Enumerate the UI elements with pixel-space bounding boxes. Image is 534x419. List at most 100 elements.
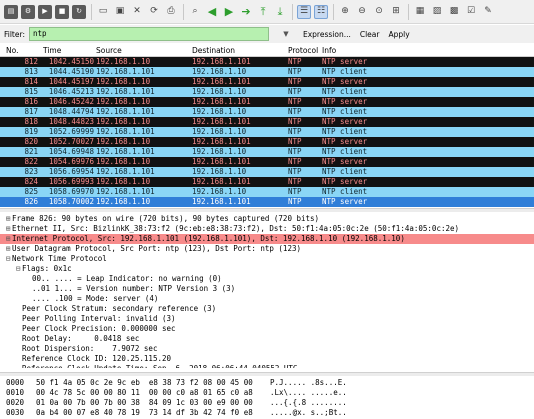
packet-time: 1056.69954: [48, 167, 94, 176]
display-filter-input[interactable]: ntp: [28, 27, 269, 41]
expression-button[interactable]: Expression...: [303, 30, 351, 39]
bytes-row: 0020 01 0a 00 7b 00 7b 00 38 84 09 1c 03 …: [0, 398, 534, 408]
packet-row[interactable]: 813 1044.45190 192.168.1.101 192.168.1.10 NT…: [0, 67, 534, 77]
packet-destination: 192.168.1.10: [192, 107, 247, 116]
detail-tree-item[interactable]: Peer Polling Interval: invalid (3): [0, 314, 534, 324]
toolbar-separator: [408, 3, 409, 20]
normal-size-icon[interactable]: ⊙: [372, 5, 386, 19]
packet-row[interactable]: 817 1048.44794 192.168.1.101 192.168.1.10 NT…: [0, 107, 534, 117]
go-to-packet-icon[interactable]: ➔: [239, 5, 253, 19]
packet-bytes-pane[interactable]: 0000 50 f1 4a 05 0c 2e 9c eb e8 38 73 f2 …: [0, 378, 534, 419]
collapse-icon[interactable]: ⊟: [4, 254, 12, 264]
apply-button[interactable]: Apply: [388, 30, 409, 39]
main-toolbar: ▤ ⚙ ▶ ■ ↻ ▭ ▣ ✕ ⟳ ⎙ ⌕ ◀ ▶ ➔ ⤒ ⤓ ☰ ☷ ⊕ ⊖ …: [0, 0, 534, 24]
packet-list[interactable]: 812 1042.45150 192.168.1.10 192.168.1.101 NT…: [0, 57, 534, 207]
packet-row[interactable]: 814 1044.45197 192.168.1.10 192.168.1.101 NT…: [0, 77, 534, 87]
zoom-out-icon[interactable]: ⊖: [355, 5, 369, 19]
packet-info: NTP server: [322, 197, 368, 206]
packet-protocol: NTP: [288, 77, 302, 86]
find-packet-icon[interactable]: ⌕: [188, 5, 202, 19]
colorize-icon[interactable]: ☰: [297, 4, 311, 19]
packet-no: 821: [24, 147, 38, 156]
toolbar-separator: [183, 3, 184, 20]
start-capture-icon[interactable]: ▶: [38, 4, 52, 19]
detail-tree-item[interactable]: Root Dispersion: 7.9072 sec: [0, 344, 534, 354]
packet-row[interactable]: 815 1046.45213 192.168.1.101 192.168.1.10 NT…: [0, 87, 534, 97]
go-forward-icon[interactable]: ▶: [222, 5, 236, 19]
detail-tree-item[interactable]: ⊞ User Datagram Protocol, Src Port: ntp (…: [0, 244, 534, 254]
chevron-down-icon[interactable]: ▼: [269, 27, 303, 41]
packet-row[interactable]: 820 1052.70027 192.168.1.10 192.168.1.101 NT…: [0, 137, 534, 147]
packet-time: 1054.69976: [48, 157, 94, 166]
go-first-packet-icon[interactable]: ⤒: [256, 5, 270, 19]
packet-row[interactable]: 823 1056.69954 192.168.1.101 192.168.1.10 NT…: [0, 167, 534, 177]
packet-source: 192.168.1.10: [96, 77, 151, 86]
packet-row[interactable]: 825 1058.69970 192.168.1.101 192.168.1.10 NT…: [0, 187, 534, 197]
packet-source: 192.168.1.101: [96, 147, 155, 156]
zoom-in-icon[interactable]: ⊕: [338, 5, 352, 19]
interface-list-icon[interactable]: ▤: [4, 4, 18, 19]
expand-icon[interactable]: ⊞: [4, 234, 12, 244]
packet-row[interactable]: 818 1048.44823 192.168.1.10 192.168.1.101 NT…: [0, 117, 534, 127]
coloring-rules-icon[interactable]: ▩: [447, 5, 461, 19]
packet-row[interactable]: 816 1046.45242 192.168.1.10 192.168.1.101 NT…: [0, 97, 534, 107]
packet-row[interactable]: 819 1052.69999 192.168.1.101 192.168.1.10 NT…: [0, 127, 534, 137]
column-header-protocol[interactable]: Protocol: [288, 46, 320, 55]
column-header-info[interactable]: Info: [322, 46, 522, 55]
detail-tree-item[interactable]: Reference Clock ID: 120.25.115.20: [0, 354, 534, 364]
expand-icon[interactable]: ⊞: [4, 224, 12, 234]
open-file-icon[interactable]: ▭: [96, 5, 110, 19]
detail-tree-item[interactable]: ..01 1... = Version number: NTP Version …: [0, 284, 534, 294]
detail-tree-item[interactable]: Reference Clock Update Time: Sep 6, 2018…: [0, 364, 534, 368]
capture-filters-icon[interactable]: ▦: [413, 5, 427, 19]
pane-splitter[interactable]: [0, 372, 534, 376]
bytes-row: 0000 50 f1 4a 05 0c 2e 9c eb e8 38 73 f2 …: [0, 378, 534, 388]
column-header-no[interactable]: No.: [6, 46, 38, 55]
collapse-icon[interactable]: ⊟: [14, 264, 22, 274]
packet-row[interactable]: 812 1042.45150 192.168.1.10 192.168.1.101 NT…: [0, 57, 534, 67]
auto-scroll-icon[interactable]: ☷: [314, 4, 328, 19]
detail-tree-item[interactable]: .... .100 = Mode: server (4): [0, 294, 534, 304]
expand-icon[interactable]: ⊞: [4, 214, 12, 224]
packet-row[interactable]: 826 1058.70002 192.168.1.10 192.168.1.101 NT…: [0, 197, 534, 207]
detail-tree-item[interactable]: ⊞ Frame 826: 90 bytes on wire (720 bits),…: [0, 214, 534, 224]
packet-time: 1048.44823: [48, 117, 94, 126]
column-header-destination[interactable]: Destination: [192, 46, 284, 55]
preferences-icon[interactable]: ☑: [464, 5, 478, 19]
packet-list-header: No. Time Source Destination Protocol Inf…: [0, 45, 534, 57]
packet-source: 192.168.1.101: [96, 87, 155, 96]
display-filters-icon[interactable]: ▨: [430, 5, 444, 19]
packet-no: 825: [24, 187, 38, 196]
resize-columns-icon[interactable]: ⊞: [389, 5, 403, 19]
capture-options-icon[interactable]: ⚙: [21, 4, 35, 19]
detail-tree-item[interactable]: ⊞ Ethernet II, Src: BizlinkK_38:73:f2 (9c…: [0, 224, 534, 234]
save-file-icon[interactable]: ▣: [113, 5, 127, 19]
pane-splitter[interactable]: [0, 208, 534, 212]
reload-icon[interactable]: ⟳: [147, 5, 161, 19]
help-icon[interactable]: ✎: [481, 5, 495, 19]
detail-tree-item[interactable]: ⊞ Internet Protocol, Src: 192.168.1.101 (…: [0, 234, 534, 244]
clear-button[interactable]: Clear: [360, 30, 380, 39]
column-header-time[interactable]: Time: [43, 46, 93, 55]
packet-row[interactable]: 824 1056.69993 192.168.1.10 192.168.1.101 NT…: [0, 177, 534, 187]
expand-icon[interactable]: ⊞: [4, 244, 12, 254]
restart-capture-icon[interactable]: ↻: [72, 4, 86, 19]
go-back-icon[interactable]: ◀: [205, 5, 219, 19]
column-header-source[interactable]: Source: [96, 46, 188, 55]
close-file-icon[interactable]: ✕: [130, 5, 144, 19]
detail-tree-item[interactable]: 00.. .... = Leap Indicator: no warning (…: [0, 274, 534, 284]
packet-time: 1058.69970: [48, 187, 94, 196]
packet-row[interactable]: 821 1054.69948 192.168.1.101 192.168.1.10 NT…: [0, 147, 534, 157]
detail-tree-item[interactable]: Peer Clock Precision: 0.000000 sec: [0, 324, 534, 334]
go-last-packet-icon[interactable]: ⤓: [273, 5, 287, 19]
detail-tree-item[interactable]: ⊟ Network Time Protocol: [0, 254, 534, 264]
detail-tree-item[interactable]: Peer Clock Stratum: secondary reference …: [0, 304, 534, 314]
packet-details-tree[interactable]: ⊞ Frame 826: 90 bytes on wire (720 bits),…: [0, 214, 534, 368]
detail-tree-item[interactable]: Root Delay: 0.0418 sec: [0, 334, 534, 344]
packet-info: NTP client: [322, 147, 368, 156]
print-icon[interactable]: ⎙: [164, 5, 178, 19]
stop-capture-icon[interactable]: ■: [55, 4, 69, 19]
packet-row[interactable]: 822 1054.69976 192.168.1.10 192.168.1.101 NT…: [0, 157, 534, 167]
detail-tree-item[interactable]: ⊟ Flags: 0x1c: [0, 264, 534, 274]
packet-destination: 192.168.1.10: [192, 167, 247, 176]
